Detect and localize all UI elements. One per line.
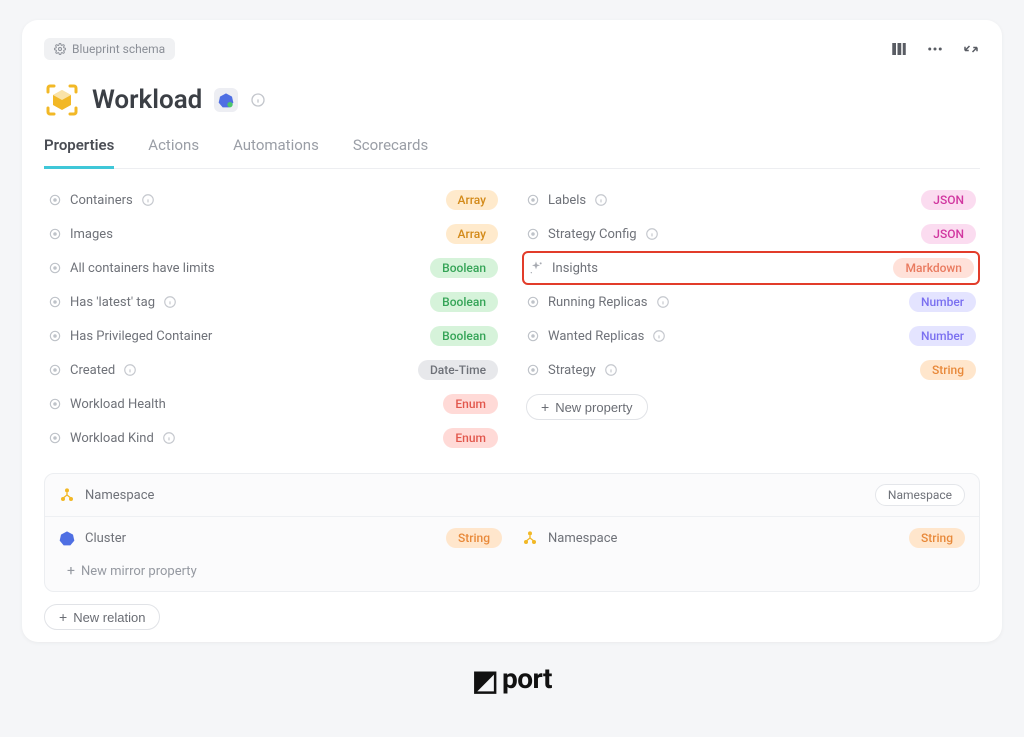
property-name: Strategy Config bbox=[548, 227, 637, 242]
tab-actions[interactable]: Actions bbox=[148, 136, 199, 169]
property-icon bbox=[48, 227, 62, 241]
type-pill-array: Array bbox=[446, 190, 499, 210]
page-title: Workload bbox=[92, 85, 202, 115]
info-icon[interactable] bbox=[594, 193, 608, 207]
type-pill-number: Number bbox=[909, 326, 976, 346]
property-name: Labels bbox=[548, 193, 586, 208]
columns-icon[interactable] bbox=[890, 40, 908, 58]
type-pill-number: Number bbox=[909, 292, 976, 312]
hierarchy-icon bbox=[59, 487, 75, 503]
property-row[interactable]: Strategy String bbox=[522, 353, 980, 387]
property-row[interactable]: Wanted Replicas Number bbox=[522, 319, 980, 353]
property-icon bbox=[526, 227, 540, 241]
property-row[interactable]: Workload Kind Enum bbox=[44, 421, 502, 455]
kubernetes-icon bbox=[59, 530, 75, 546]
gear-icon bbox=[54, 43, 66, 55]
info-icon[interactable] bbox=[645, 227, 659, 241]
more-icon[interactable] bbox=[926, 40, 944, 58]
info-icon[interactable] bbox=[141, 193, 155, 207]
info-icon[interactable] bbox=[652, 329, 666, 343]
tab-scorecards[interactable]: Scorecards bbox=[353, 136, 428, 169]
property-row[interactable]: All containers have limits Boolean bbox=[44, 251, 502, 285]
property-row[interactable]: Images Array bbox=[44, 217, 502, 251]
property-row[interactable]: Has Privileged Container Boolean bbox=[44, 319, 502, 353]
info-icon[interactable] bbox=[250, 92, 266, 108]
relation-cluster-label: Cluster bbox=[85, 531, 126, 546]
plus-icon: + bbox=[541, 399, 549, 415]
type-pill-boolean: Boolean bbox=[430, 292, 498, 312]
new-property-button[interactable]: +New property bbox=[526, 394, 648, 420]
property-name: All containers have limits bbox=[70, 261, 215, 276]
property-row[interactable]: Labels JSON bbox=[522, 183, 980, 217]
port-logo: ◩port bbox=[472, 662, 552, 695]
info-icon[interactable] bbox=[163, 295, 177, 309]
property-name: Has 'latest' tag bbox=[70, 295, 155, 310]
property-name: Has Privileged Container bbox=[70, 329, 212, 344]
tab-properties[interactable]: Properties bbox=[44, 136, 114, 169]
type-pill-string: String bbox=[446, 528, 502, 548]
relations-panel: Namespace Namespace Cluster String Names… bbox=[44, 473, 980, 592]
info-icon[interactable] bbox=[604, 363, 618, 377]
plus-icon: + bbox=[59, 609, 67, 625]
property-icon bbox=[48, 261, 62, 275]
kubernetes-badge bbox=[214, 88, 238, 112]
collapse-icon[interactable] bbox=[962, 40, 980, 58]
property-icon bbox=[48, 397, 62, 411]
property-row[interactable]: Has 'latest' tag Boolean bbox=[44, 285, 502, 319]
plus-icon: + bbox=[67, 563, 75, 579]
type-pill-datetime: Date-Time bbox=[418, 360, 498, 380]
relation-namespace-sub-label: Namespace bbox=[548, 531, 617, 546]
type-pill-json: JSON bbox=[921, 224, 976, 244]
property-row[interactable]: Workload Health Enum bbox=[44, 387, 502, 421]
type-pill-json: JSON bbox=[921, 190, 976, 210]
property-name: Created bbox=[70, 363, 115, 378]
property-icon bbox=[48, 431, 62, 445]
blueprint-schema-label: Blueprint schema bbox=[72, 42, 165, 56]
property-icon bbox=[48, 363, 62, 377]
info-icon[interactable] bbox=[123, 363, 137, 377]
new-mirror-property-button[interactable]: + New mirror property bbox=[45, 557, 979, 591]
tab-automations[interactable]: Automations bbox=[233, 136, 319, 169]
property-icon bbox=[48, 193, 62, 207]
relation-namespace-badge[interactable]: Namespace bbox=[875, 484, 965, 506]
info-icon[interactable] bbox=[162, 431, 176, 445]
property-name: Wanted Replicas bbox=[548, 329, 644, 344]
property-name: Images bbox=[70, 227, 113, 242]
property-icon bbox=[526, 193, 540, 207]
property-name: Workload Health bbox=[70, 397, 166, 412]
type-pill-enum: Enum bbox=[443, 394, 498, 414]
property-row[interactable]: Insights Markdown bbox=[522, 251, 980, 285]
sparkle-icon bbox=[528, 260, 544, 276]
property-name: Insights bbox=[552, 261, 598, 276]
property-name: Running Replicas bbox=[548, 295, 648, 310]
type-pill-markdown: Markdown bbox=[893, 258, 974, 278]
blueprint-schema-chip[interactable]: Blueprint schema bbox=[44, 38, 175, 60]
property-icon bbox=[526, 295, 540, 309]
property-icon bbox=[48, 329, 62, 343]
property-icon bbox=[526, 329, 540, 343]
property-name: Containers bbox=[70, 193, 133, 208]
property-icon bbox=[526, 363, 540, 377]
relation-namespace-label: Namespace bbox=[85, 488, 154, 503]
property-row[interactable]: Created Date-Time bbox=[44, 353, 502, 387]
property-row[interactable]: Running Replicas Number bbox=[522, 285, 980, 319]
info-icon[interactable] bbox=[656, 295, 670, 309]
property-icon bbox=[48, 295, 62, 309]
workload-icon bbox=[44, 82, 80, 118]
type-pill-enum: Enum bbox=[443, 428, 498, 448]
property-name: Workload Kind bbox=[70, 431, 154, 446]
type-pill-string: String bbox=[920, 360, 976, 380]
property-name: Strategy bbox=[548, 363, 596, 378]
type-pill-array: Array bbox=[446, 224, 499, 244]
type-pill-boolean: Boolean bbox=[430, 326, 498, 346]
property-row[interactable]: Containers Array bbox=[44, 183, 502, 217]
property-row[interactable]: Strategy Config JSON bbox=[522, 217, 980, 251]
type-pill-boolean: Boolean bbox=[430, 258, 498, 278]
tabs: Properties Actions Automations Scorecard… bbox=[44, 136, 980, 169]
hierarchy-icon bbox=[522, 530, 538, 546]
type-pill-string: String bbox=[909, 528, 965, 548]
new-relation-button[interactable]: + New relation bbox=[44, 604, 160, 630]
